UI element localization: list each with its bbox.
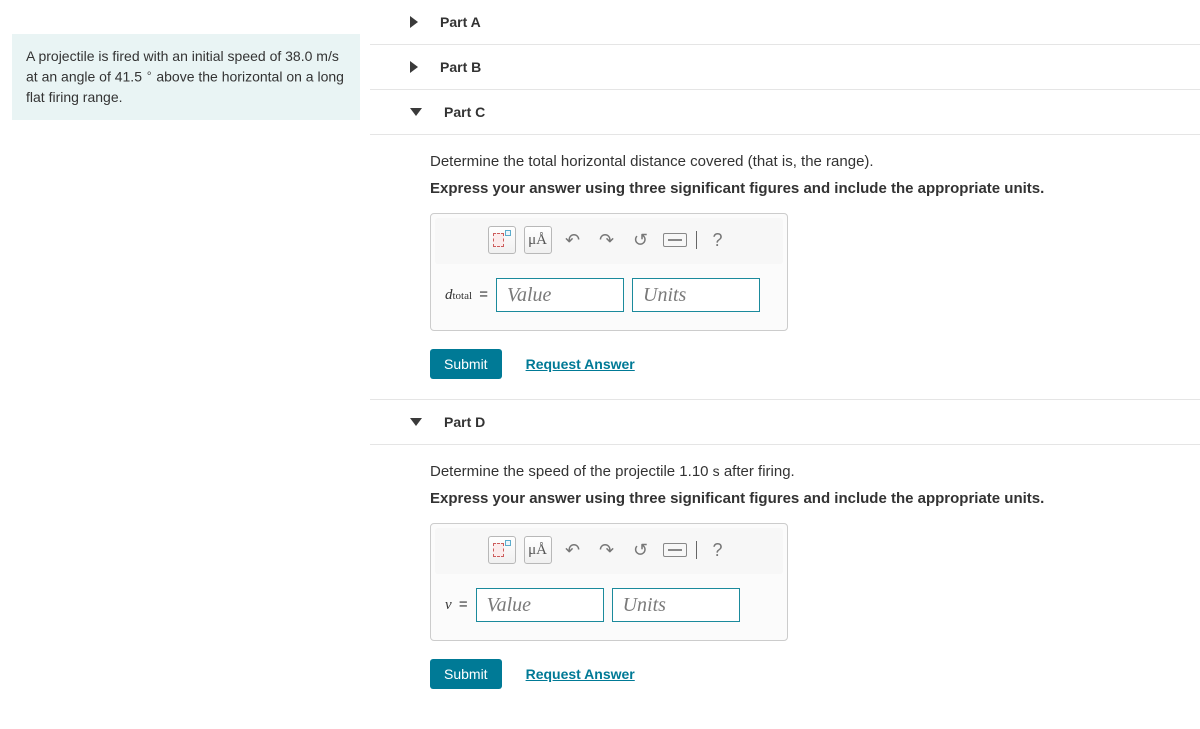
part-c-header[interactable]: Part C: [370, 89, 1200, 134]
submit-row-d: Submit Request Answer: [430, 659, 1170, 689]
answer-row-c: dtotal = Value Units: [435, 264, 783, 326]
submit-button-d[interactable]: Submit: [430, 659, 502, 689]
answer-row-d: v = Value Units: [435, 574, 783, 636]
toolbar-d: μÅ ↶ ↷ ↺ ?: [435, 528, 783, 574]
chevron-right-icon: [410, 16, 418, 28]
chevron-right-icon: [410, 61, 418, 73]
separator: [696, 541, 697, 559]
units-input-d[interactable]: Units: [612, 588, 740, 622]
reset-icon[interactable]: ↺: [628, 226, 654, 254]
part-c-question: Determine the total horizontal distance …: [430, 153, 1170, 170]
variable-label-d: v =: [445, 596, 468, 614]
main-content: Part A Part B Part C Determine the total…: [370, 0, 1200, 729]
part-c-body: Determine the total horizontal distance …: [370, 134, 1200, 399]
keyboard-icon[interactable]: [662, 226, 688, 254]
answer-panel-d: μÅ ↶ ↷ ↺ ? v = Value Units: [430, 523, 788, 641]
toolbar-c: μÅ ↶ ↷ ↺ ?: [435, 218, 783, 264]
request-answer-link-d[interactable]: Request Answer: [526, 666, 635, 682]
help-icon[interactable]: ?: [705, 536, 731, 564]
part-c-instruction: Express your answer using three signific…: [430, 180, 1170, 197]
chevron-down-icon: [410, 418, 422, 426]
units-input-c[interactable]: Units: [632, 278, 760, 312]
value-input-d[interactable]: Value: [476, 588, 604, 622]
sidebar: A projectile is fired with an initial sp…: [0, 0, 370, 130]
part-c-title: Part C: [444, 104, 485, 120]
problem-text: at an angle of 41.5: [26, 69, 146, 85]
page-layout: A projectile is fired with an initial sp…: [0, 0, 1200, 729]
part-a-title: Part A: [440, 14, 481, 30]
special-chars-button[interactable]: μÅ: [524, 536, 552, 564]
help-icon[interactable]: ?: [705, 226, 731, 254]
problem-statement: A projectile is fired with an initial sp…: [12, 34, 360, 120]
part-d-question: Determine the speed of the projectile 1.…: [430, 463, 1170, 480]
problem-units: m/s: [316, 48, 339, 64]
value-input-c[interactable]: Value: [496, 278, 624, 312]
submit-row-c: Submit Request Answer: [430, 349, 1170, 379]
part-b-title: Part B: [440, 59, 481, 75]
part-b-header[interactable]: Part B: [370, 44, 1200, 89]
reset-icon[interactable]: ↺: [628, 536, 654, 564]
redo-icon[interactable]: ↷: [594, 226, 620, 254]
part-d-instruction: Express your answer using three signific…: [430, 490, 1170, 507]
problem-text: A projectile is fired with an initial sp…: [26, 48, 316, 64]
part-d-header[interactable]: Part D: [370, 399, 1200, 444]
part-d-title: Part D: [444, 414, 485, 430]
keyboard-icon[interactable]: [662, 536, 688, 564]
undo-icon[interactable]: ↶: [560, 226, 586, 254]
submit-button-c[interactable]: Submit: [430, 349, 502, 379]
request-answer-link-c[interactable]: Request Answer: [526, 356, 635, 372]
undo-icon[interactable]: ↶: [560, 536, 586, 564]
answer-panel-c: μÅ ↶ ↷ ↺ ? dtotal = Value Units: [430, 213, 788, 331]
part-d-body: Determine the speed of the projectile 1.…: [370, 444, 1200, 709]
variable-label-c: dtotal =: [445, 286, 488, 304]
redo-icon[interactable]: ↷: [594, 536, 620, 564]
template-icon[interactable]: [488, 536, 516, 564]
separator: [696, 231, 697, 249]
template-icon[interactable]: [488, 226, 516, 254]
special-chars-button[interactable]: μÅ: [524, 226, 552, 254]
part-a-header[interactable]: Part A: [370, 0, 1200, 44]
chevron-down-icon: [410, 108, 422, 116]
